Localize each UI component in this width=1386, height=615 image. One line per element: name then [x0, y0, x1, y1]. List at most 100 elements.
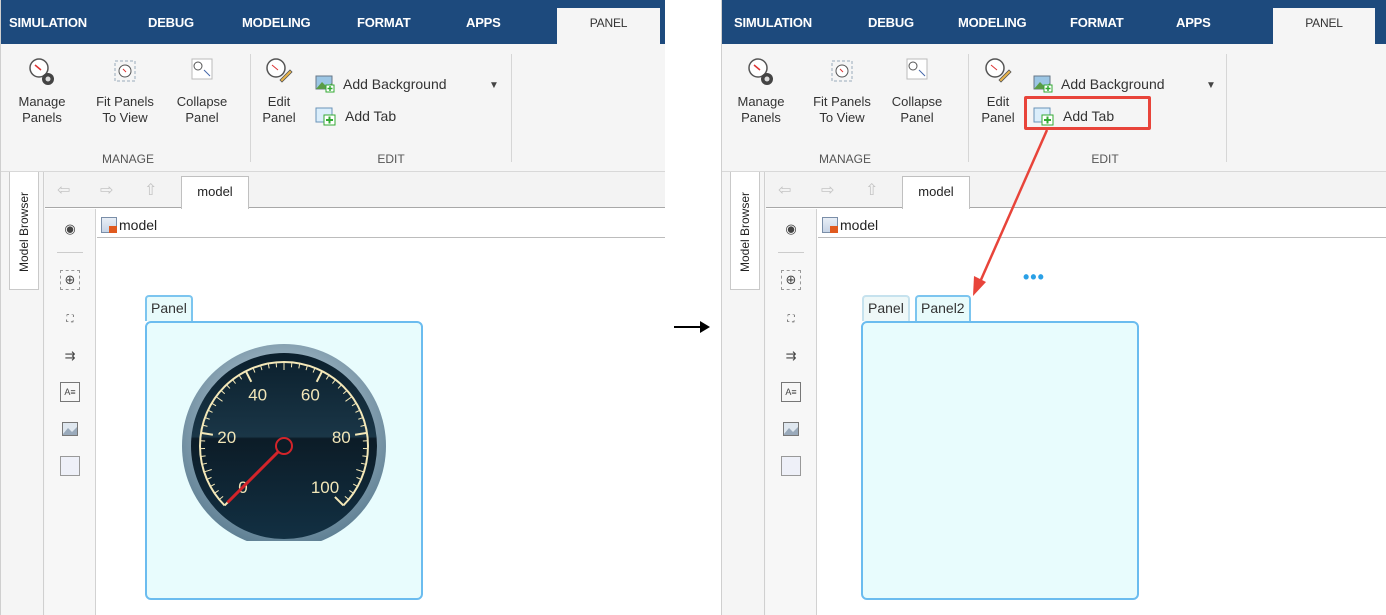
connect-icon[interactable]: ⇉	[781, 346, 801, 366]
back-arrow-icon[interactable]: ⇦	[778, 180, 791, 200]
fit-panels-icon	[114, 60, 136, 82]
dropdown-arrow-icon[interactable]: ▼	[489, 80, 499, 91]
fit-panels-to-view-button[interactable]: Fit Panels To View	[93, 56, 157, 126]
panel-options-icon[interactable]: •••	[1023, 267, 1045, 288]
connect-icon[interactable]: ⇉	[60, 346, 80, 366]
fit-panels-to-view-button[interactable]: Fit Panels To View	[810, 56, 874, 126]
gauge-label: 80	[332, 428, 351, 447]
annotation-icon[interactable]: A≡	[781, 382, 801, 402]
group-manage-label: MANAGE	[101, 152, 154, 166]
gauge-label: 100	[311, 478, 339, 497]
palette-divider	[778, 252, 804, 253]
model-icon	[101, 216, 117, 233]
hide-palette-icon[interactable]: ◉	[60, 219, 80, 239]
panel[interactable]	[861, 321, 1139, 600]
manage-panels-icon	[29, 58, 54, 85]
up-arrow-icon[interactable]: ⇧	[144, 180, 157, 200]
tab-debug[interactable]: DEBUG	[148, 0, 194, 44]
group-separator	[250, 54, 251, 162]
forward-arrow-icon[interactable]: ⇨	[100, 180, 113, 200]
add-background-icon	[1033, 75, 1053, 93]
manage-panels-button[interactable]: Manage Panels	[16, 56, 68, 126]
collapse-panel-icon	[191, 58, 213, 80]
palette-divider	[57, 252, 83, 253]
ribbon: Manage Panels Fit Panels To View Collapse P…	[722, 44, 1386, 172]
area-icon[interactable]	[781, 456, 801, 476]
panel[interactable]: 020406080100	[145, 321, 423, 600]
collapse-panel-button[interactable]: Collapse Panel	[888, 56, 946, 126]
model-browser-tab[interactable]: Model Browser	[9, 172, 39, 290]
model-tab[interactable]: model	[902, 176, 970, 209]
tab-apps[interactable]: APPS	[466, 0, 501, 44]
ribbon: Manage Panels Fit Panels To View Collapse P…	[1, 44, 665, 172]
edit-panel-button[interactable]: Edit Panel	[259, 56, 299, 126]
area-icon[interactable]	[60, 456, 80, 476]
collapse-panel-button[interactable]: Collapse Panel	[173, 56, 231, 126]
canvas[interactable]: ••• Panel Panel2	[818, 240, 1386, 615]
fit-to-view-icon[interactable]: ⛶	[60, 309, 80, 329]
edit-panel-icon	[266, 58, 293, 83]
panel-tab-1[interactable]: Panel	[862, 295, 910, 321]
group-edit-label: EDIT	[377, 152, 405, 166]
before-screenshot: SIMULATION DEBUG MODELING FORMAT APPS PA…	[0, 0, 665, 615]
navigation-bar: ⇦ ⇨ ⇧ model	[766, 172, 1386, 209]
annotation-icon[interactable]: A≡	[60, 382, 80, 402]
tab-debug[interactable]: DEBUG	[868, 0, 914, 44]
fit-panels-icon	[831, 60, 853, 82]
panel-tab-2[interactable]: Panel2	[915, 295, 971, 321]
model-editor: ⇦ ⇨ ⇧ model ◉ ⊕ ⛶ ⇉ A≡ model ••• Panel P…	[766, 172, 1386, 615]
back-arrow-icon[interactable]: ⇦	[57, 180, 70, 200]
add-tab-button[interactable]: Add Tab	[315, 105, 396, 127]
tab-format[interactable]: FORMAT	[1070, 0, 1124, 44]
tab-panel[interactable]: PANEL	[1273, 8, 1375, 44]
image-icon[interactable]	[60, 419, 80, 439]
edit-panel-button[interactable]: Edit Panel	[978, 56, 1018, 126]
image-icon[interactable]	[781, 419, 801, 439]
up-arrow-icon[interactable]: ⇧	[865, 180, 878, 200]
zoom-icon[interactable]: ⊕	[60, 270, 80, 290]
group-separator	[1226, 54, 1227, 162]
add-tab-highlight	[1024, 96, 1151, 130]
model-tab[interactable]: model	[181, 176, 249, 209]
tab-simulation[interactable]: SIMULATION	[9, 0, 87, 44]
collapse-panel-icon	[906, 58, 928, 80]
block-palette: ◉ ⊕ ⛶ ⇉ A≡	[766, 209, 817, 615]
breadcrumb[interactable]: model	[97, 212, 665, 238]
dropdown-arrow-icon[interactable]: ▼	[1206, 80, 1216, 91]
add-background-button[interactable]: Add Background	[315, 73, 447, 95]
group-edit-label: EDIT	[1091, 152, 1119, 166]
group-separator	[511, 54, 512, 162]
model-editor: ⇦ ⇨ ⇧ model ◉ ⊕ ⛶ ⇉ A≡ model Panel 02040…	[45, 172, 665, 615]
tab-modeling[interactable]: MODELING	[242, 0, 311, 44]
canvas[interactable]: Panel 020406080100	[97, 240, 665, 615]
after-screenshot: SIMULATION DEBUG MODELING FORMAT APPS PA…	[721, 0, 1386, 615]
gauge-tick	[362, 455, 368, 458]
group-manage-label: MANAGE	[818, 152, 871, 166]
tab-apps[interactable]: APPS	[1176, 0, 1211, 44]
panel-tab[interactable]: Panel	[145, 295, 193, 321]
circular-gauge[interactable]: 020406080100	[174, 341, 394, 541]
gauge-hub	[275, 437, 293, 455]
hide-palette-icon[interactable]: ◉	[781, 219, 801, 239]
tab-modeling[interactable]: MODELING	[958, 0, 1027, 44]
toolstrip-tab-bar: SIMULATION DEBUG MODELING FORMAT APPS PA…	[722, 0, 1386, 44]
tab-format[interactable]: FORMAT	[357, 0, 411, 44]
add-background-icon	[315, 75, 335, 93]
manage-panels-button[interactable]: Manage Panels	[735, 56, 787, 126]
block-palette: ◉ ⊕ ⛶ ⇉ A≡	[45, 209, 96, 615]
tab-panel[interactable]: PANEL	[557, 8, 660, 44]
forward-arrow-icon[interactable]: ⇨	[821, 180, 834, 200]
gauge-label: 60	[301, 385, 320, 404]
manage-panels-icon	[748, 58, 773, 85]
tab-simulation[interactable]: SIMULATION	[734, 0, 812, 44]
model-browser-tab[interactable]: Model Browser	[730, 172, 760, 290]
arrow-right-icon	[674, 321, 710, 333]
gauge-tick	[200, 455, 206, 458]
edit-panel-icon	[985, 58, 1012, 83]
zoom-icon[interactable]: ⊕	[781, 270, 801, 290]
add-background-button[interactable]: Add Background	[1033, 73, 1165, 95]
group-separator	[968, 54, 969, 162]
breadcrumb[interactable]: model	[818, 212, 1386, 238]
fit-to-view-icon[interactable]: ⛶	[781, 309, 801, 329]
side-strip: Model Browser	[722, 172, 765, 615]
